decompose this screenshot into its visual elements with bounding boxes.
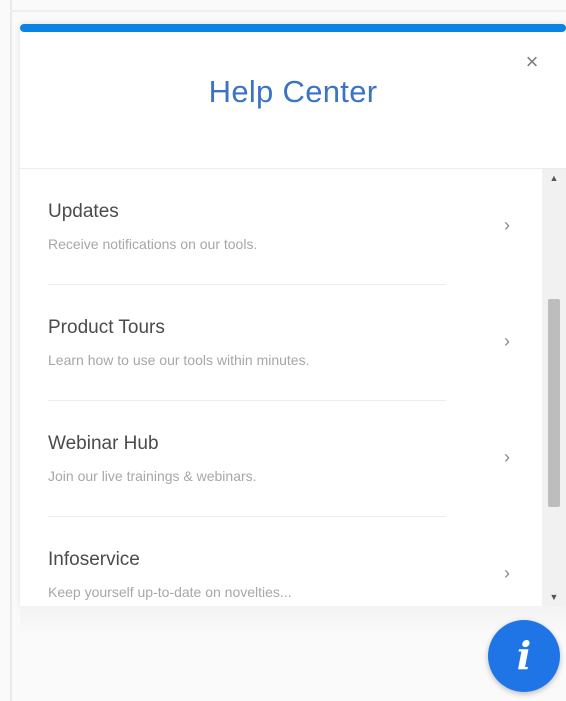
scrollbar-thumb[interactable] bbox=[548, 299, 560, 507]
chevron-right-icon: › bbox=[504, 563, 510, 583]
help-center-panel: × Help Center Updates Receive notificati… bbox=[20, 24, 566, 606]
menu-item-description: Learn how to use our tools within minute… bbox=[48, 352, 310, 368]
panel-header: × Help Center bbox=[20, 32, 566, 169]
scroll-down-icon[interactable]: ▼ bbox=[542, 588, 566, 606]
menu-item-title: Webinar Hub bbox=[48, 433, 159, 454]
info-button[interactable]: i bbox=[488, 620, 560, 692]
page-border-left bbox=[10, 0, 12, 701]
panel-footer-shadow bbox=[20, 606, 566, 636]
page-border-top bbox=[10, 10, 566, 12]
help-center-page: × Help Center Updates Receive notificati… bbox=[0, 0, 566, 701]
menu-item-webinar-hub[interactable]: Webinar Hub Join our live trainings & we… bbox=[20, 401, 542, 517]
menu-item-updates[interactable]: Updates Receive notifications on our too… bbox=[20, 169, 542, 285]
menu-item-infoservice[interactable]: Infoservice Keep yourself up-to-date on … bbox=[20, 517, 542, 606]
menu-item-title: Updates bbox=[48, 201, 119, 222]
chevron-right-icon: › bbox=[504, 447, 510, 467]
menu-item-description: Receive notifications on our tools. bbox=[48, 236, 258, 252]
info-icon: i bbox=[516, 633, 532, 678]
chevron-right-icon: › bbox=[504, 331, 510, 351]
panel-title: Help Center bbox=[208, 74, 378, 109]
menu-item-description: Join our live trainings & webinars. bbox=[48, 468, 257, 484]
menu-item-description: Keep yourself up-to-date on novelties... bbox=[48, 584, 292, 600]
list-scrollbar[interactable]: ▲ ▼ bbox=[542, 169, 566, 606]
menu-item-title: Product Tours bbox=[48, 317, 165, 338]
chevron-right-icon: › bbox=[504, 215, 510, 235]
menu-item-title: Infoservice bbox=[48, 549, 140, 570]
close-icon[interactable]: × bbox=[520, 49, 544, 74]
scroll-up-icon[interactable]: ▲ bbox=[542, 169, 566, 187]
help-menu-list: Updates Receive notifications on our too… bbox=[20, 169, 542, 606]
menu-item-product-tours[interactable]: Product Tours Learn how to use our tools… bbox=[20, 285, 542, 401]
accent-bar bbox=[20, 24, 566, 32]
